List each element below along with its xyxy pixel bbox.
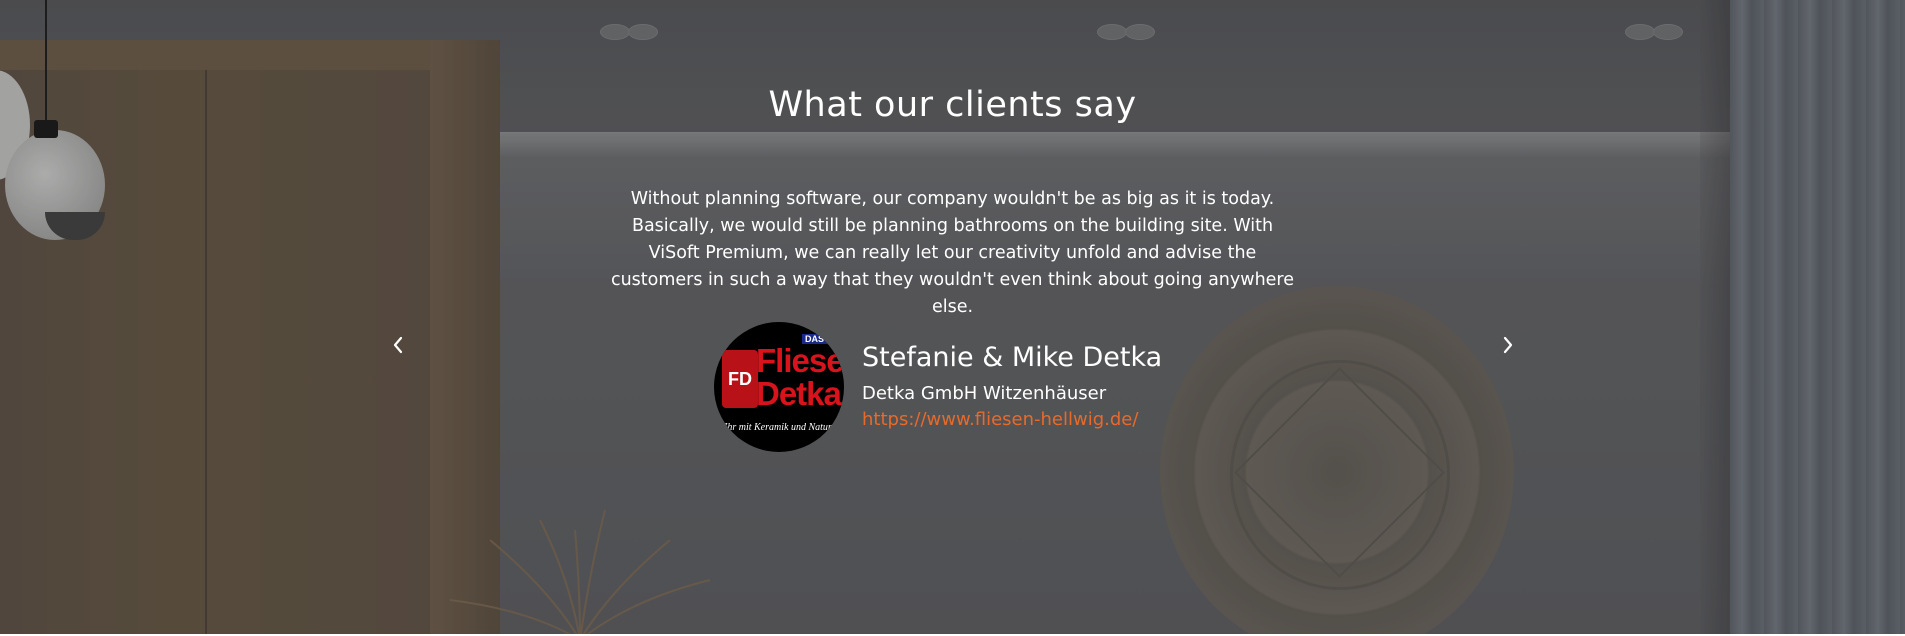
section-title: What our clients say	[768, 85, 1137, 126]
testimonials-section: What our clients say Without planning so…	[0, 0, 1905, 634]
testimonial-quote: Without planning software, our company w…	[610, 188, 1295, 317]
author-company: Detka GmbH Witzenhäuser	[862, 383, 1107, 404]
author-name: Stefanie & Mike Detka	[862, 342, 1163, 373]
logo-name-line1: Fliesen	[756, 342, 844, 379]
author-website-link[interactable]: https://www.fliesen-hellwig.de/	[862, 407, 1162, 433]
logo-name-line2: Detka	[756, 375, 842, 412]
chevron-left-icon	[393, 336, 403, 354]
testimonial-content: What our clients say Without planning so…	[0, 0, 1905, 634]
logo-tagline: Ihr mit Keramik und Naturstein	[724, 422, 844, 433]
testimonial-author: FD DAS Fliesen Detka Ihr mit Keramik und…	[714, 322, 1162, 452]
author-info: Stefanie & Mike Detka Detka GmbH Witzenh…	[862, 341, 1162, 433]
carousel-prev-button[interactable]	[383, 330, 413, 360]
carousel-next-button[interactable]	[1493, 330, 1523, 360]
logo-name: Fliesen Detka	[756, 344, 844, 410]
chevron-right-icon	[1503, 336, 1513, 354]
author-avatar: FD DAS Fliesen Detka Ihr mit Keramik und…	[714, 322, 844, 452]
logo-mark: FD	[722, 350, 758, 408]
